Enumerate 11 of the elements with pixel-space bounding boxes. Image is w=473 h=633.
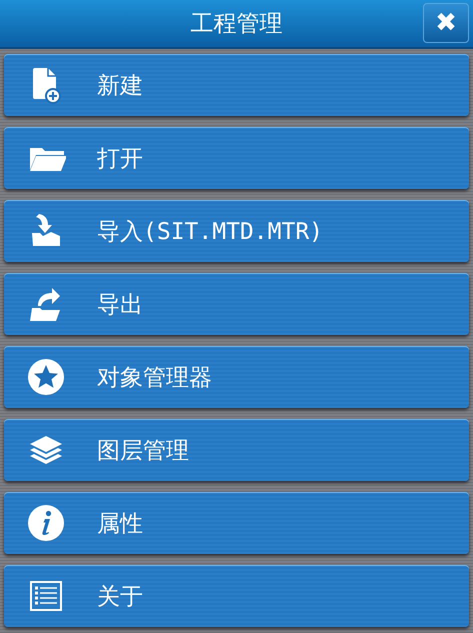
menu-item[interactable]: 属性 (4, 492, 469, 554)
info-icon (26, 503, 66, 543)
menu-item[interactable]: 打开 (4, 127, 469, 189)
menu-item[interactable]: 关于 (4, 565, 469, 627)
menu-item[interactable]: 对象管理器 (4, 346, 469, 408)
menu-item[interactable]: 导入(SIT.MTD.MTR) (4, 200, 469, 262)
menu-item[interactable]: 导出 (4, 273, 469, 335)
menu-item[interactable]: 新建 (4, 54, 469, 116)
menu-item[interactable]: 图层管理 (4, 419, 469, 481)
window-title: 工程管理 (190, 10, 282, 39)
close-button[interactable]: ✖ (423, 3, 469, 43)
